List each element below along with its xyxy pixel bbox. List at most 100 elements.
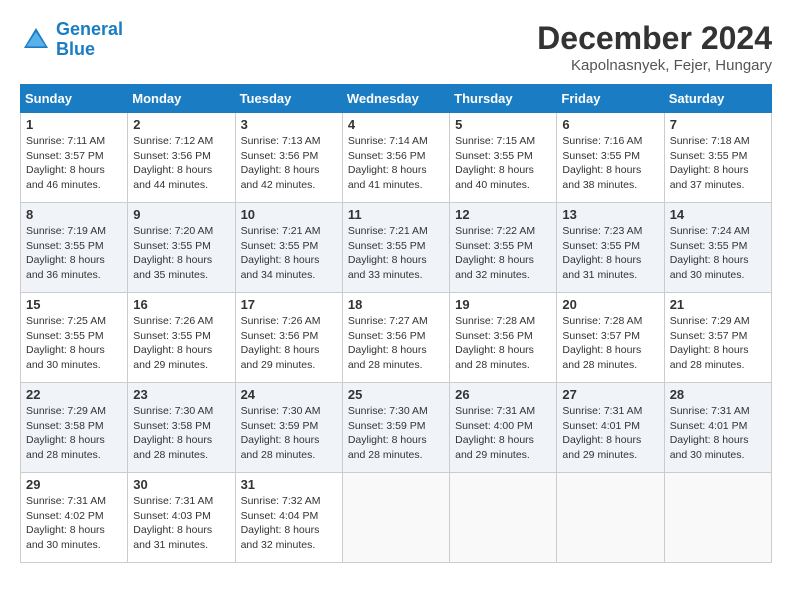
daylight-label: Daylight: 8 hours and 40 minutes. — [455, 164, 534, 191]
sunrise-label: Sunrise: 7:30 AM — [348, 405, 428, 417]
day-info: Sunrise: 7:27 AM Sunset: 3:56 PM Dayligh… — [348, 314, 444, 373]
daylight-label: Daylight: 8 hours and 29 minutes. — [562, 434, 641, 461]
day-number: 29 — [26, 477, 122, 492]
day-number: 18 — [348, 297, 444, 312]
day-info: Sunrise: 7:24 AM Sunset: 3:55 PM Dayligh… — [670, 224, 766, 283]
day-info: Sunrise: 7:28 AM Sunset: 3:57 PM Dayligh… — [562, 314, 658, 373]
daylight-label: Daylight: 8 hours and 29 minutes. — [241, 344, 320, 371]
title-section: December 2024 Kapolnasnyek, Fejer, Hunga… — [537, 20, 772, 74]
day-info: Sunrise: 7:14 AM Sunset: 3:56 PM Dayligh… — [348, 134, 444, 193]
daylight-label: Daylight: 8 hours and 30 minutes. — [26, 344, 105, 371]
day-number: 11 — [348, 207, 444, 222]
calendar-day-header: Saturday — [664, 85, 771, 113]
sunset-label: Sunset: 3:56 PM — [348, 150, 426, 162]
day-info: Sunrise: 7:30 AM Sunset: 3:59 PM Dayligh… — [348, 404, 444, 463]
calendar-day-cell: 28 Sunrise: 7:31 AM Sunset: 4:01 PM Dayl… — [664, 383, 771, 473]
calendar-header-row: SundayMondayTuesdayWednesdayThursdayFrid… — [21, 85, 772, 113]
sunset-label: Sunset: 3:57 PM — [670, 330, 748, 342]
sunrise-label: Sunrise: 7:29 AM — [670, 315, 750, 327]
daylight-label: Daylight: 8 hours and 29 minutes. — [133, 344, 212, 371]
calendar-empty-cell — [450, 473, 557, 563]
logo-icon — [20, 24, 52, 56]
daylight-label: Daylight: 8 hours and 46 minutes. — [26, 164, 105, 191]
day-info: Sunrise: 7:23 AM Sunset: 3:55 PM Dayligh… — [562, 224, 658, 283]
daylight-label: Daylight: 8 hours and 28 minutes. — [455, 344, 534, 371]
calendar-day-header: Monday — [128, 85, 235, 113]
sunset-label: Sunset: 3:55 PM — [455, 240, 533, 252]
sunset-label: Sunset: 3:59 PM — [348, 420, 426, 432]
daylight-label: Daylight: 8 hours and 34 minutes. — [241, 254, 320, 281]
day-number: 2 — [133, 117, 229, 132]
calendar-week-row: 8 Sunrise: 7:19 AM Sunset: 3:55 PM Dayli… — [21, 203, 772, 293]
day-number: 25 — [348, 387, 444, 402]
day-number: 16 — [133, 297, 229, 312]
day-number: 20 — [562, 297, 658, 312]
calendar-day-cell: 29 Sunrise: 7:31 AM Sunset: 4:02 PM Dayl… — [21, 473, 128, 563]
day-number: 1 — [26, 117, 122, 132]
sunrise-label: Sunrise: 7:31 AM — [455, 405, 535, 417]
day-info: Sunrise: 7:29 AM Sunset: 3:58 PM Dayligh… — [26, 404, 122, 463]
calendar-day-cell: 22 Sunrise: 7:29 AM Sunset: 3:58 PM Dayl… — [21, 383, 128, 473]
day-info: Sunrise: 7:22 AM Sunset: 3:55 PM Dayligh… — [455, 224, 551, 283]
day-info: Sunrise: 7:16 AM Sunset: 3:55 PM Dayligh… — [562, 134, 658, 193]
sunrise-label: Sunrise: 7:30 AM — [241, 405, 321, 417]
day-number: 22 — [26, 387, 122, 402]
calendar-week-row: 15 Sunrise: 7:25 AM Sunset: 3:55 PM Dayl… — [21, 293, 772, 383]
sunset-label: Sunset: 3:55 PM — [562, 150, 640, 162]
calendar-day-cell: 25 Sunrise: 7:30 AM Sunset: 3:59 PM Dayl… — [342, 383, 449, 473]
day-info: Sunrise: 7:20 AM Sunset: 3:55 PM Dayligh… — [133, 224, 229, 283]
sunrise-label: Sunrise: 7:30 AM — [133, 405, 213, 417]
daylight-label: Daylight: 8 hours and 31 minutes. — [133, 524, 212, 551]
sunset-label: Sunset: 3:57 PM — [562, 330, 640, 342]
calendar-week-row: 29 Sunrise: 7:31 AM Sunset: 4:02 PM Dayl… — [21, 473, 772, 563]
sunset-label: Sunset: 3:55 PM — [26, 330, 104, 342]
sunrise-label: Sunrise: 7:28 AM — [562, 315, 642, 327]
logo-text: General Blue — [56, 20, 123, 60]
daylight-label: Daylight: 8 hours and 28 minutes. — [133, 434, 212, 461]
daylight-label: Daylight: 8 hours and 37 minutes. — [670, 164, 749, 191]
daylight-label: Daylight: 8 hours and 28 minutes. — [26, 434, 105, 461]
daylight-label: Daylight: 8 hours and 28 minutes. — [348, 344, 427, 371]
day-number: 9 — [133, 207, 229, 222]
location: Kapolnasnyek, Fejer, Hungary — [537, 57, 772, 74]
sunrise-label: Sunrise: 7:19 AM — [26, 225, 106, 237]
calendar-day-cell: 13 Sunrise: 7:23 AM Sunset: 3:55 PM Dayl… — [557, 203, 664, 293]
daylight-label: Daylight: 8 hours and 28 minutes. — [670, 344, 749, 371]
daylight-label: Daylight: 8 hours and 32 minutes. — [241, 524, 320, 551]
daylight-label: Daylight: 8 hours and 33 minutes. — [348, 254, 427, 281]
day-info: Sunrise: 7:25 AM Sunset: 3:55 PM Dayligh… — [26, 314, 122, 373]
sunset-label: Sunset: 3:56 PM — [348, 330, 426, 342]
daylight-label: Daylight: 8 hours and 30 minutes. — [26, 524, 105, 551]
calendar-day-header: Thursday — [450, 85, 557, 113]
calendar-day-cell: 8 Sunrise: 7:19 AM Sunset: 3:55 PM Dayli… — [21, 203, 128, 293]
calendar-day-cell: 1 Sunrise: 7:11 AM Sunset: 3:57 PM Dayli… — [21, 113, 128, 203]
daylight-label: Daylight: 8 hours and 29 minutes. — [455, 434, 534, 461]
sunset-label: Sunset: 3:59 PM — [241, 420, 319, 432]
day-info: Sunrise: 7:31 AM Sunset: 4:03 PM Dayligh… — [133, 494, 229, 553]
sunset-label: Sunset: 3:55 PM — [133, 330, 211, 342]
day-number: 10 — [241, 207, 337, 222]
daylight-label: Daylight: 8 hours and 35 minutes. — [133, 254, 212, 281]
calendar-day-cell: 26 Sunrise: 7:31 AM Sunset: 4:00 PM Dayl… — [450, 383, 557, 473]
sunrise-label: Sunrise: 7:31 AM — [670, 405, 750, 417]
sunrise-label: Sunrise: 7:18 AM — [670, 135, 750, 147]
sunset-label: Sunset: 4:04 PM — [241, 510, 319, 522]
day-info: Sunrise: 7:31 AM Sunset: 4:01 PM Dayligh… — [670, 404, 766, 463]
sunrise-label: Sunrise: 7:32 AM — [241, 495, 321, 507]
day-info: Sunrise: 7:30 AM Sunset: 3:59 PM Dayligh… — [241, 404, 337, 463]
day-info: Sunrise: 7:31 AM Sunset: 4:00 PM Dayligh… — [455, 404, 551, 463]
calendar-day-cell: 10 Sunrise: 7:21 AM Sunset: 3:55 PM Dayl… — [235, 203, 342, 293]
day-number: 28 — [670, 387, 766, 402]
calendar-day-cell: 19 Sunrise: 7:28 AM Sunset: 3:56 PM Dayl… — [450, 293, 557, 383]
daylight-label: Daylight: 8 hours and 36 minutes. — [26, 254, 105, 281]
day-info: Sunrise: 7:21 AM Sunset: 3:55 PM Dayligh… — [241, 224, 337, 283]
calendar-day-cell: 18 Sunrise: 7:27 AM Sunset: 3:56 PM Dayl… — [342, 293, 449, 383]
sunrise-label: Sunrise: 7:26 AM — [241, 315, 321, 327]
day-number: 23 — [133, 387, 229, 402]
sunset-label: Sunset: 3:57 PM — [26, 150, 104, 162]
sunset-label: Sunset: 3:55 PM — [455, 150, 533, 162]
sunset-label: Sunset: 4:03 PM — [133, 510, 211, 522]
sunrise-label: Sunrise: 7:31 AM — [26, 495, 106, 507]
sunset-label: Sunset: 3:55 PM — [26, 240, 104, 252]
calendar-empty-cell — [664, 473, 771, 563]
